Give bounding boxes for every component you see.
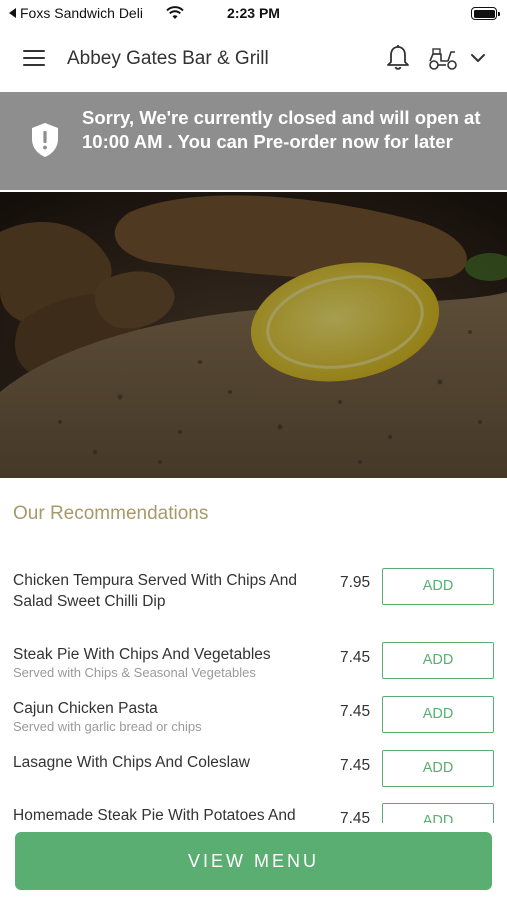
item-price: 7.45 — [340, 649, 371, 666]
hamburger-menu-icon[interactable] — [23, 50, 45, 68]
item-description: Served with Chips & Seasonal Vegetables — [13, 665, 256, 680]
item-price: 7.45 — [340, 810, 371, 823]
add-button[interactable]: ADD — [382, 750, 494, 787]
food-photo-illustration — [0, 192, 507, 478]
delivery-scooter-icon[interactable] — [427, 46, 459, 72]
bell-icon[interactable] — [385, 44, 411, 72]
status-time: 2:23 PM — [227, 5, 280, 21]
item-name: Steak Pie With Chips And Vegetables — [13, 646, 271, 663]
hero-food-image — [0, 192, 507, 478]
item-price: 7.45 — [340, 703, 371, 720]
item-name: Cajun Chicken Pasta — [13, 700, 158, 717]
view-menu-button[interactable]: VIEW MENU — [15, 832, 492, 890]
shield-alert-icon — [32, 123, 58, 157]
item-name: Chicken Tempura Served With Chips And Sa… — [13, 572, 298, 610]
add-button[interactable]: ADD — [382, 642, 494, 679]
add-button[interactable]: ADD — [382, 803, 494, 823]
chevron-down-icon[interactable] — [470, 52, 486, 64]
status-bar: Foxs Sandwich Deli 2:23 PM — [0, 0, 507, 28]
recommendations-list: Chicken Tempura Served With Chips And Sa… — [0, 560, 507, 823]
battery-icon — [471, 7, 500, 20]
recommendations-heading: Our Recommendations — [13, 503, 209, 524]
item-name: Lasagne With Chips And Coleslaw — [13, 754, 250, 771]
app-header: Abbey Gates Bar & Grill — [0, 28, 507, 92]
item-price: 7.95 — [340, 574, 371, 591]
restaurant-title: Abbey Gates Bar & Grill — [67, 48, 269, 69]
closed-notice-banner: Sorry, We're currently closed and will o… — [0, 92, 507, 190]
item-name: Homemade Steak Pie With Potatoes And — [13, 807, 296, 823]
add-button[interactable]: ADD — [382, 696, 494, 733]
item-description: Served with garlic bread or chips — [13, 719, 202, 734]
item-price: 7.45 — [340, 757, 371, 774]
closed-message: Sorry, We're currently closed and will o… — [82, 107, 481, 152]
add-button[interactable]: ADD — [382, 568, 494, 605]
